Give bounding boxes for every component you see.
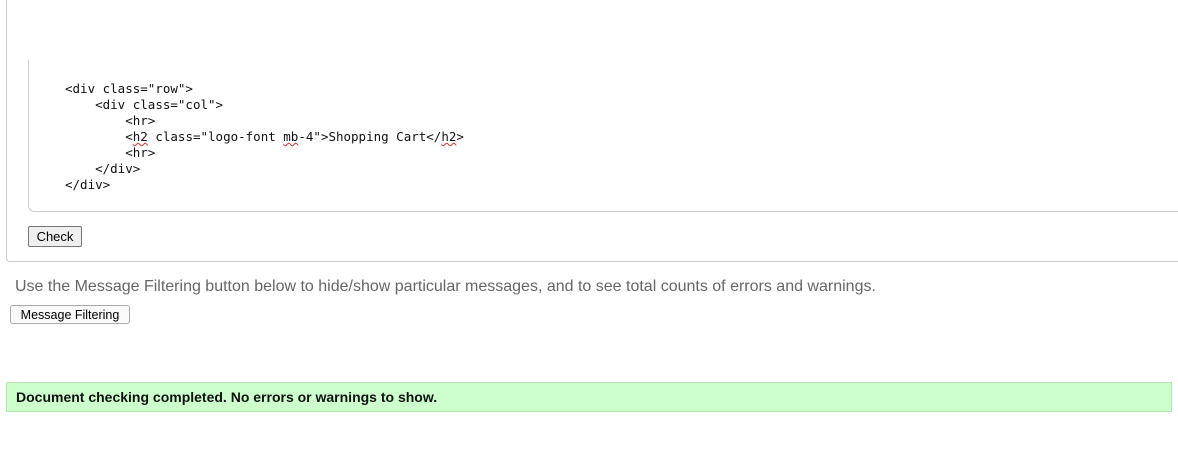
check-button[interactable]: Check <box>28 226 82 247</box>
code-line: <div class="col"> <box>65 97 464 113</box>
code-line: <hr> <box>65 145 464 161</box>
status-message-bar: Document checking completed. No errors o… <box>6 382 1172 412</box>
code-text: -4">Shopping Cart</ <box>298 129 442 144</box>
spellcheck-flagged-text: h2 <box>441 129 457 144</box>
code-text: </div> <box>65 177 111 192</box>
code-text: </div> <box>95 161 141 176</box>
code-line: <div class="row"> <box>65 81 464 97</box>
spellcheck-flagged-text: mb <box>283 129 299 144</box>
code-line: </div> <box>65 177 464 193</box>
message-filtering-hint: Use the Message Filtering button below t… <box>15 278 876 295</box>
code-text: < <box>125 129 133 144</box>
code-text: > <box>456 129 464 144</box>
code-text: <div class="col"> <box>95 97 224 112</box>
message-filtering-button[interactable]: Message Filtering <box>10 305 130 324</box>
code-line: <hr> <box>65 113 464 129</box>
code-text: <hr> <box>125 113 156 128</box>
code-line: </div> <box>65 161 464 177</box>
source-code: <div class="row"> <div class="col"> <hr>… <box>65 81 464 193</box>
status-message: Document checking completed. No errors o… <box>16 389 438 405</box>
source-code-textarea[interactable]: <div class="row"> <div class="col"> <hr>… <box>28 60 1178 212</box>
spellcheck-flagged-text: h2 <box>132 129 148 144</box>
code-text: <div class="row"> <box>65 81 193 96</box>
code-text: <hr> <box>125 145 156 160</box>
code-line: <h2 class="logo-font mb-4">Shopping Cart… <box>65 129 464 145</box>
code-text: class="logo-font <box>147 129 284 144</box>
